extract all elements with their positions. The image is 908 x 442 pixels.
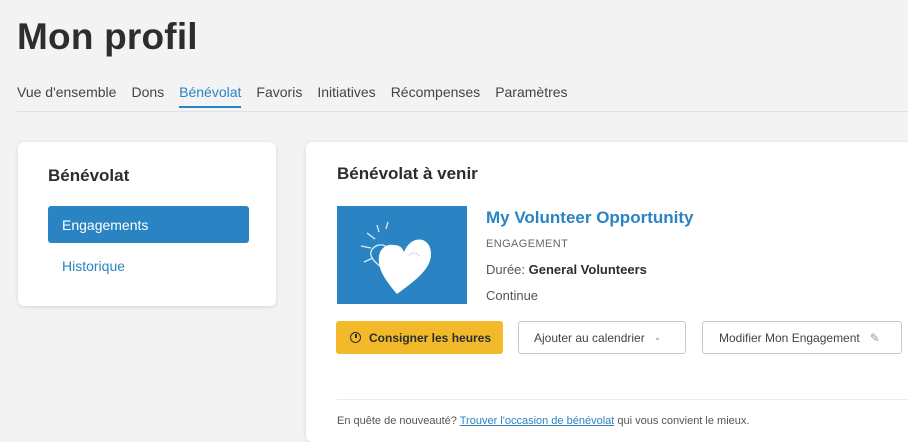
duration-label: Durée: xyxy=(486,262,529,277)
tab-rewards[interactable]: Récompenses xyxy=(391,84,481,108)
tab-volunteering[interactable]: Bénévolat xyxy=(179,84,242,108)
profile-tabs: Vue d'ensemble Dons Bénévolat Favoris In… xyxy=(17,84,908,112)
opportunity-image[interactable] xyxy=(337,206,467,304)
chevron-down-icon: ⌄ xyxy=(653,332,662,342)
edit-engagement-button[interactable]: Modifier Mon Engagement ✎ xyxy=(702,321,902,354)
opportunity-duration: Durée: General Volunteers xyxy=(486,262,647,277)
log-hours-label: Consigner les heures xyxy=(369,330,492,345)
clock-icon xyxy=(350,332,361,343)
sidebar-item-engagements[interactable]: Engagements xyxy=(48,206,249,243)
log-hours-button[interactable]: Consigner les heures xyxy=(336,321,503,354)
edit-icon: ✎ xyxy=(869,330,880,345)
sidebar-item-history[interactable]: Historique xyxy=(62,258,125,274)
tab-favorites[interactable]: Favoris xyxy=(256,84,302,108)
page-title: Mon profil xyxy=(17,16,198,57)
heart-icon xyxy=(360,221,431,294)
tab-overview[interactable]: Vue d'ensemble xyxy=(17,84,116,108)
upcoming-volunteering-card: Bénévolat à venir My Volunteer Opportuni… xyxy=(306,142,908,442)
opportunity-frequency: Continue xyxy=(486,288,539,303)
edit-engagement-label: Modifier Mon Engagement xyxy=(719,330,860,345)
sidebar-title: Bénévolat xyxy=(48,166,130,185)
divider xyxy=(337,399,908,400)
opportunity-type: ENGAGEMENT xyxy=(486,238,569,250)
footer-suffix: qui vous convient le mieux. xyxy=(614,415,750,427)
tab-settings[interactable]: Paramètres xyxy=(495,84,567,108)
section-title: Bénévolat à venir xyxy=(337,164,478,183)
sidebar-card: Bénévolat Engagements Historique xyxy=(18,142,276,306)
find-opportunity-note: En quête de nouveauté? Trouver l'occasio… xyxy=(337,415,749,427)
footer-prefix: En quête de nouveauté? xyxy=(337,415,460,427)
duration-value: General Volunteers xyxy=(528,262,647,277)
opportunity-title-link[interactable]: My Volunteer Opportunity xyxy=(486,208,693,228)
tab-initiatives[interactable]: Initiatives xyxy=(317,84,375,108)
add-to-calendar-button[interactable]: Ajouter au calendrier ⌄ xyxy=(518,321,686,354)
find-opportunity-link[interactable]: Trouver l'occasion de bénévolat xyxy=(460,415,615,427)
add-calendar-label: Ajouter au calendrier xyxy=(534,330,645,345)
tab-donations[interactable]: Dons xyxy=(131,84,164,108)
